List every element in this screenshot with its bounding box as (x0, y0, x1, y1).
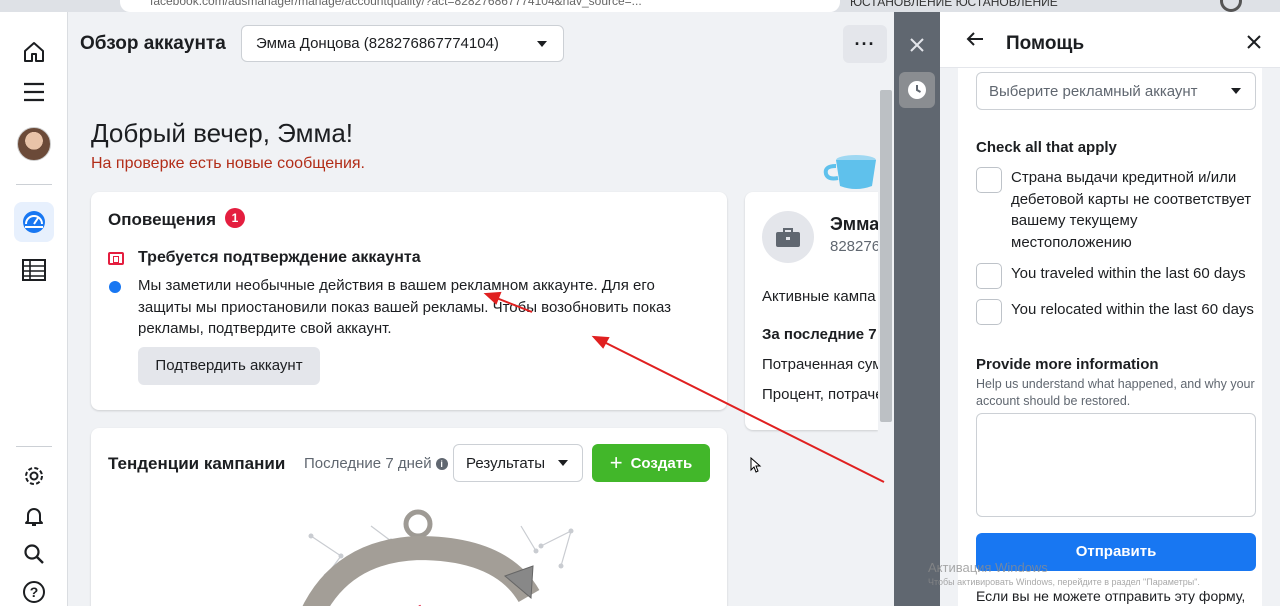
table-icon[interactable] (14, 250, 54, 290)
chevron-down-icon (558, 460, 568, 466)
chevron-down-icon (537, 41, 547, 47)
percent-spent-label: Процент, потраче (762, 386, 878, 403)
search-icon[interactable] (14, 534, 54, 574)
checkbox[interactable] (976, 263, 1002, 289)
checkbox-label: You traveled within the last 60 days (1011, 265, 1246, 282)
check-all-title: Check all that apply (976, 139, 1117, 156)
ad-account-select[interactable]: Выберите рекламный аккаунт (976, 72, 1256, 110)
svg-text:?: ? (30, 584, 39, 600)
left-nav-rail: ? (0, 12, 68, 606)
briefcase-icon (762, 211, 814, 263)
info-icon[interactable]: i (435, 458, 448, 470)
create-button-label: Создать (630, 454, 693, 472)
more-info-textarea[interactable] (976, 413, 1256, 517)
clock-icon[interactable] (899, 72, 935, 108)
review-messages-notice[interactable]: На проверке есть новые сообщения. (91, 155, 365, 173)
nav-divider (16, 446, 52, 447)
home-icon[interactable] (14, 32, 54, 72)
card-warning-icon (108, 252, 124, 265)
account-summary-card: Эмма 828276 Активные кампа За последние … (745, 192, 878, 430)
last-period-label: За последние 7 (762, 326, 877, 343)
close-icon[interactable] (1246, 34, 1262, 55)
checkbox-label: You relocated within the last 60 days (1011, 301, 1254, 318)
close-icon[interactable] (894, 32, 940, 58)
active-campaigns-label: Активные кампа (762, 288, 876, 305)
dashboard-icon[interactable] (14, 202, 54, 242)
main-scrollbar[interactable] (878, 90, 894, 606)
submit-button[interactable]: Отправить (976, 533, 1256, 571)
profile-photo (17, 127, 51, 161)
page-header: Обзор аккаунта Эмма Донцова (82827686777… (68, 12, 894, 76)
stopwatch-illustration (302, 509, 574, 606)
help-header: Помощь (940, 12, 1280, 68)
plus-icon: + (609, 450, 623, 475)
help-form: Выберите рекламный аккаунт Check all tha… (958, 68, 1262, 606)
browser-profile-icon[interactable] (1220, 0, 1242, 12)
bookmark-text: ЮСТАНОВЛЕНИЕ ЮСТАНОВЛЕНИЕ (850, 0, 1058, 9)
chevron-down-icon (1231, 88, 1241, 94)
avatar[interactable] (14, 124, 54, 164)
checkbox[interactable] (976, 167, 1002, 193)
footer-text: Если вы не можете отправить эту форму, (976, 588, 1246, 604)
alert-title: Требуется подтверждение аккаунта (138, 249, 421, 266)
account-selector[interactable]: Эмма Донцова (828276867774104) (241, 25, 564, 62)
back-arrow-icon[interactable] (966, 31, 984, 52)
results-dropdown-value: Результаты (466, 455, 545, 472)
account-selector-value: Эмма Донцова (828276867774104) (256, 35, 499, 52)
checkbox-card-country[interactable]: Страна выдачи кредитной и/или дебетовой … (976, 167, 1258, 253)
alerts-card: Оповещения 1 Требуется подтверждение акк… (91, 192, 727, 410)
period-text: Последние 7 дней (304, 455, 432, 472)
main-scrollbar-thumb[interactable] (880, 90, 892, 422)
nav-divider (16, 184, 52, 185)
unread-dot (109, 281, 121, 293)
alert-body: Мы заметили необычные действия в вашем р… (138, 277, 672, 337)
create-button[interactable]: + Создать (592, 444, 710, 482)
browser-tab-strip: facebook.com/adsmanager/manage/accountqu… (0, 0, 1280, 12)
trends-title: Тенденции кампании (108, 454, 286, 473)
alerts-heading: Оповещения (108, 210, 216, 229)
results-dropdown[interactable]: Результаты (453, 444, 583, 482)
page-title: Обзор аккаунта (80, 33, 226, 54)
address-bar[interactable]: facebook.com/adsmanager/manage/accountqu… (120, 0, 840, 12)
bell-icon[interactable] (14, 496, 54, 536)
cup-illustration (823, 155, 876, 189)
amount-spent-label: Потраченная сум (762, 356, 878, 373)
checkbox[interactable] (976, 299, 1002, 325)
gear-icon[interactable] (14, 456, 54, 496)
help-title: Помощь (1006, 33, 1085, 54)
campaign-trends-card: Тенденции кампании Последние 7 дней i Рез… (91, 428, 727, 606)
help-icon[interactable]: ? (14, 572, 54, 606)
panel-side-strip (894, 12, 940, 606)
summary-account-id: 828276 (830, 238, 878, 255)
confirm-account-button[interactable]: Подтвердить аккаунт (138, 347, 320, 385)
ad-account-placeholder: Выберите рекламный аккаунт (989, 83, 1198, 100)
alerts-count-badge: 1 (225, 208, 245, 228)
mouse-cursor-icon (750, 457, 762, 473)
period-label: Последние 7 дней i (304, 455, 448, 472)
checkbox-label: Страна выдачи кредитной и/или дебетовой … (1011, 169, 1252, 251)
checkbox-traveled[interactable]: You traveled within the last 60 days (976, 263, 1258, 289)
greeting-title: Добрый вечер, Эмма! (91, 118, 354, 148)
summary-account-name: Эмма (830, 214, 878, 234)
help-panel: Помощь Выберите рекламный аккаунт Check … (940, 12, 1280, 606)
more-info-help: Help us understand what happened, and wh… (976, 377, 1255, 408)
checkbox-relocated[interactable]: You relocated within the last 60 days (976, 299, 1258, 325)
menu-icon[interactable] (14, 72, 54, 112)
more-options-button[interactable]: ··· (843, 25, 887, 63)
more-info-title: Provide more information (976, 356, 1159, 373)
